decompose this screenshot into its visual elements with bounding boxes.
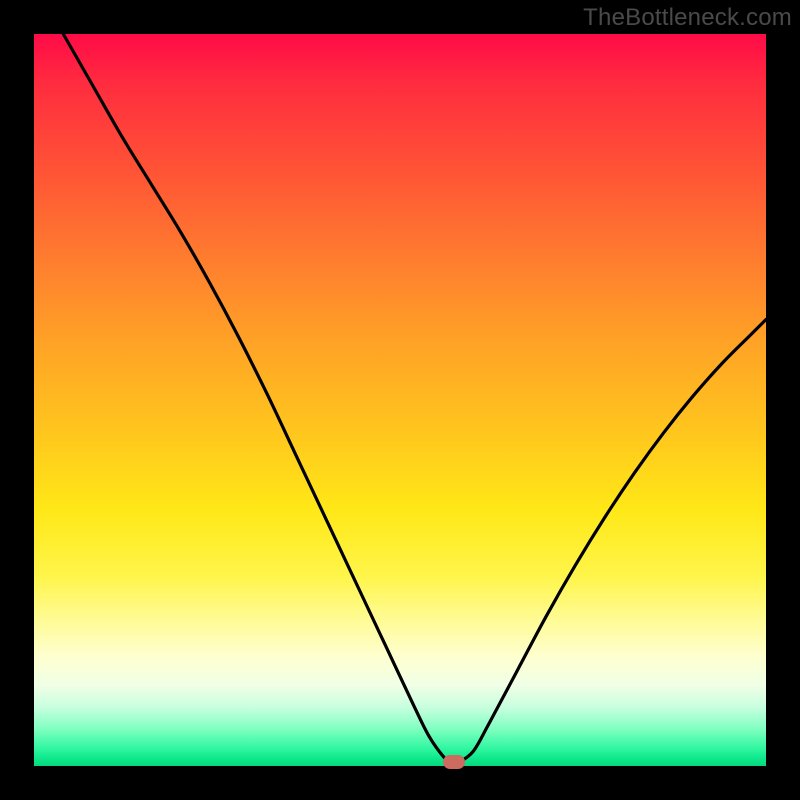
curve-svg (34, 34, 766, 766)
optimum-marker (443, 755, 465, 769)
watermark-text: TheBottleneck.com (583, 4, 792, 32)
chart-frame: TheBottleneck.com (0, 0, 800, 800)
bottleneck-curve (63, 34, 766, 763)
plot-area (34, 34, 766, 766)
